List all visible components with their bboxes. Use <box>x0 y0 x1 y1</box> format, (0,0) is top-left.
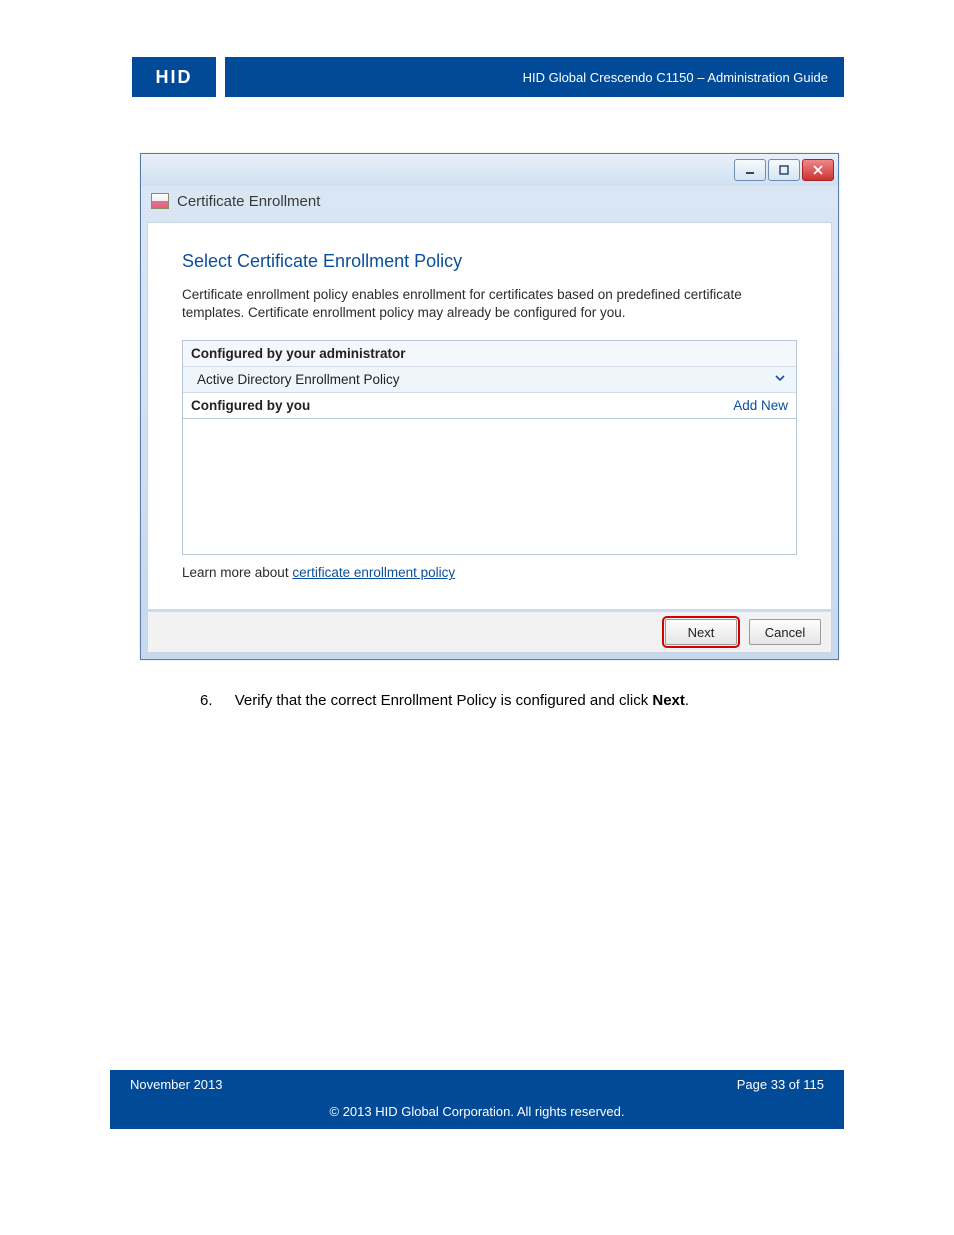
cancel-button[interactable]: Cancel <box>749 619 821 645</box>
logo: HID <box>132 57 216 97</box>
learn-more-row: Learn more about certificate enrollment … <box>182 565 797 580</box>
button-row: Next Cancel <box>147 611 832 653</box>
admin-section-header: Configured by your administrator <box>183 341 796 367</box>
add-new-link[interactable]: Add New <box>733 398 788 413</box>
chevron-down-icon <box>774 372 786 387</box>
next-button[interactable]: Next <box>665 619 737 645</box>
logo-text: HID <box>156 67 193 88</box>
instruction-bold: Next <box>652 692 685 709</box>
user-section-header: Configured by you <box>191 398 310 413</box>
user-section-row: Configured by you Add New <box>183 392 796 418</box>
footer-copyright: © 2013 HID Global Corporation. All right… <box>330 1104 625 1119</box>
instruction-text-before: Verify that the correct Enrollment Polic… <box>235 692 653 709</box>
minimize-button[interactable] <box>734 159 766 181</box>
policy-item[interactable]: Active Directory Enrollment Policy <box>183 367 796 392</box>
maximize-button[interactable] <box>768 159 800 181</box>
window-body: Select Certificate Enrollment Policy Cer… <box>147 222 832 609</box>
close-button[interactable] <box>802 159 834 181</box>
learn-more-prefix: Learn more about <box>182 565 292 580</box>
learn-more-link[interactable]: certificate enrollment policy <box>292 565 455 580</box>
footer: November 2013 Page 33 of 115 © 2013 HID … <box>110 1070 844 1129</box>
dialog-description: Certificate enrollment policy enables en… <box>182 286 797 322</box>
footer-date: November 2013 <box>130 1077 223 1092</box>
instruction-text-after: . <box>685 692 689 709</box>
titlebar <box>141 154 838 186</box>
header-title: HID Global Crescendo C1150 – Administrat… <box>523 70 828 85</box>
window-title: Certificate Enrollment <box>177 193 320 210</box>
certificate-icon <box>151 193 169 209</box>
dialog-heading: Select Certificate Enrollment Policy <box>182 251 797 272</box>
window-subtitle-row: Certificate Enrollment <box>141 186 838 216</box>
policy-item-label: Active Directory Enrollment Policy <box>197 372 400 387</box>
instruction-number: 6. <box>200 692 213 709</box>
policy-blank-area <box>182 419 797 555</box>
instruction-line: 6. Verify that the correct Enrollment Po… <box>200 692 689 709</box>
dialog-window: Certificate Enrollment Select Certificat… <box>140 153 839 660</box>
footer-page: Page 33 of 115 <box>737 1077 824 1092</box>
policy-list: Configured by your administrator Active … <box>182 340 797 419</box>
header-bar: HID Global Crescendo C1150 – Administrat… <box>225 57 844 97</box>
